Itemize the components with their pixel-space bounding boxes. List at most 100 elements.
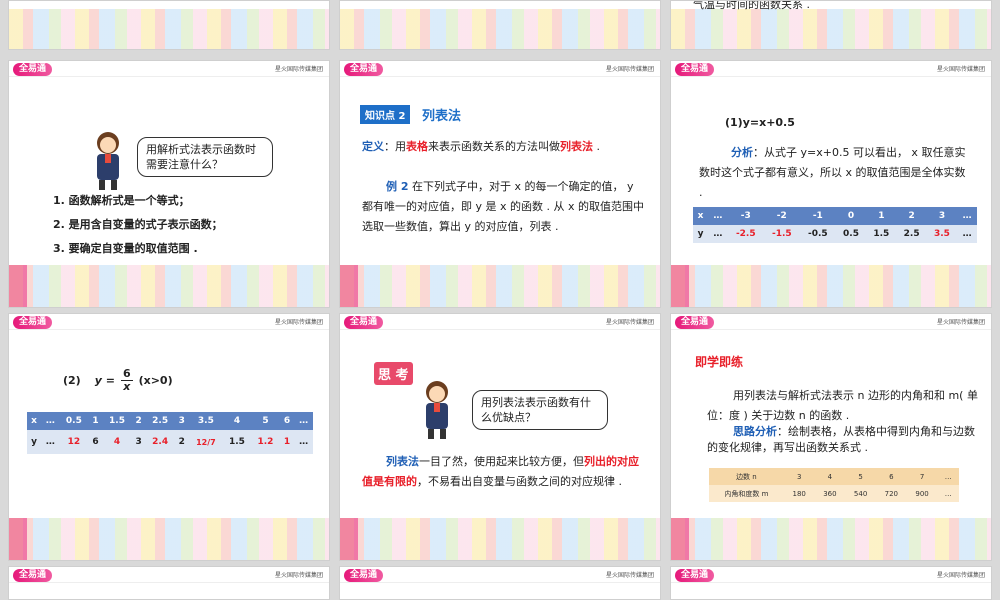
table-cell: 1 [279, 430, 295, 454]
section-title: 列表法 [422, 109, 462, 124]
table-cell: 3.5 [926, 225, 958, 243]
answer-part: 一目了然，使用起来比较方便，但 [419, 455, 584, 468]
brand-logo: 全易通 [344, 569, 384, 582]
table-row: y … 12 6 4 3 2.4 2 12/7 1.5 1.2 1 … [27, 430, 313, 454]
slide-4[interactable]: 全易通 星火国际传媒集团 (2) y = 6 x (x>0) x … 0.5 1… [8, 313, 330, 561]
slide-partial-top-middle[interactable] [339, 0, 661, 50]
slide-decoration [340, 265, 660, 307]
slide-header: 全易通 星火国际传媒集团 [340, 61, 660, 77]
slide-1[interactable]: 全易通 星火国际传媒集团 用解析式法表示函数时需要注意什么？ 1. 函数解析式是… [8, 60, 330, 308]
slide-decoration [9, 518, 329, 560]
analysis-label: 分析 [731, 146, 753, 159]
publisher-label: 星火国际传媒集团 [605, 572, 654, 579]
definition-part: . [593, 140, 600, 153]
table-cell: y [693, 225, 709, 243]
slide-header: 全易通 星火国际传媒集团 [671, 314, 991, 330]
formula-text: (2) y = 6 x (x>0) [63, 368, 173, 393]
table-cell: … [294, 412, 313, 430]
brand-logo: 全易通 [13, 569, 53, 582]
slide-6[interactable]: 全易通 星火国际传媒集团 即学即练 用列表法与解析式法表示 n 边形的内角和和 … [670, 313, 992, 561]
brand-logo: 全易通 [13, 63, 53, 76]
slide-partial-top-left[interactable] [8, 0, 330, 50]
table-cell: 540 [845, 485, 876, 502]
section-title: 即学即练 [695, 355, 744, 369]
slide-decoration-bar [340, 265, 358, 307]
slide-partial-bottom-right[interactable]: 全易通 星火国际传媒集团 [670, 566, 992, 600]
slide-5[interactable]: 全易通 星火国际传媒集团 思 考 用列表法表示函数有什么优缺点？ 列表法一目了然… [339, 313, 661, 561]
slide-decoration [671, 9, 991, 49]
table-cell: 2.5 [896, 225, 927, 243]
table-cell: 内角和度数 m [709, 485, 784, 502]
table-cell: … [294, 430, 313, 454]
value-table: x … 0.5 1 1.5 2 2.5 3 3.5 4 5 6 … y … 12… [27, 412, 313, 454]
polygon-table: 边数 n 3 4 5 6 7 … 内角和度数 m 180 360 540 720… [709, 468, 959, 502]
table-cell: … [708, 207, 728, 225]
table-cell: 1.5 [866, 225, 897, 243]
table-cell: … [708, 225, 728, 243]
definition-text: 定义：用表格来表示函数关系的方法叫做列表法 . [362, 137, 644, 157]
publisher-label: 星火国际传媒集团 [274, 572, 323, 579]
formula-text: (1)y=x+0.5 [725, 116, 795, 129]
table-cell: x [693, 207, 709, 225]
example-label: 例 2 [386, 180, 409, 193]
table-cell: 1.5 [222, 430, 252, 454]
slide-partial-top-right[interactable]: 气温与时间的函数关系 . [670, 0, 992, 50]
definition-highlight: 表格 [406, 140, 428, 153]
table-cell: … [957, 207, 977, 225]
slide-decoration-bar [9, 265, 27, 307]
slide-2[interactable]: 全易通 星火国际传媒集团 知识点 2 列表法 定义：用表格来表示函数关系的方法叫… [339, 60, 661, 308]
formula-lhs: y = [94, 373, 115, 387]
analysis-text: 分析：从式子 y=x+0.5 可以看出， x 取任意实数时这个式子都有意义，所以… [699, 143, 971, 203]
publisher-label: 星火国际传媒集团 [936, 319, 985, 326]
slide-sorter-grid: 气温与时间的函数关系 . 全易通 星火国际传媒集团 用解析式法表示函数时需要注意… [0, 0, 1000, 600]
table-cell: 7 [906, 468, 938, 485]
definition-highlight: 列表法 [560, 140, 593, 153]
slide-partial-bottom-left[interactable]: 全易通 星火国际传媒集团 [8, 566, 330, 600]
table-cell: 0.5 [835, 225, 867, 243]
table-row: 内角和度数 m 180 360 540 720 900 … [709, 485, 959, 502]
slide-decoration [671, 518, 991, 560]
girl-icon [426, 381, 448, 439]
table-cell: 12 [59, 430, 89, 454]
table-cell: 2.5 [145, 412, 175, 430]
table-cell: … [957, 225, 977, 243]
table-cell: 1.5 [102, 412, 132, 430]
slide-decoration-bar [340, 518, 358, 560]
table-cell: 4 [814, 468, 846, 485]
slide-header: 全易通 星火国际传媒集团 [671, 567, 991, 583]
publisher-label: 星火国际传媒集团 [605, 66, 654, 73]
slide-decoration-bar [9, 518, 27, 560]
publisher-label: 星火国际传媒集团 [274, 319, 323, 326]
brand-logo: 全易通 [13, 316, 53, 329]
table-cell: 6 [88, 430, 103, 454]
table-cell: 6 [875, 468, 907, 485]
table-cell: 1 [88, 412, 103, 430]
fraction-denominator: x [123, 380, 131, 393]
publisher-label: 星火国际传媒集团 [936, 572, 985, 579]
table-cell: -1.5 [763, 225, 800, 243]
slide-decoration-bar [671, 265, 689, 307]
table-cell: … [937, 485, 959, 502]
think-badge: 思 考 [374, 362, 413, 385]
table-cell: 5 [251, 412, 280, 430]
slide-partial-bottom-middle[interactable]: 全易通 星火国际传媒集团 [339, 566, 661, 600]
table-cell: 720 [875, 485, 907, 502]
table-cell: 2 [131, 412, 146, 430]
slide-3[interactable]: 全易通 星火国际传媒集团 (1)y=x+0.5 分析：从式子 y=x+0.5 可… [670, 60, 992, 308]
slide-decoration [671, 265, 991, 307]
slide-header: 全易通 星火国际传媒集团 [9, 567, 329, 583]
brand-logo: 全易通 [675, 63, 715, 76]
table-cell: 6 [279, 412, 295, 430]
formula-condition: (x>0) [138, 373, 173, 387]
table-cell: 1 [866, 207, 897, 225]
table-row: 边数 n 3 4 5 6 7 … [709, 468, 959, 485]
table-cell: x [27, 412, 42, 430]
table-cell: -2 [763, 207, 800, 225]
slide-decoration [9, 9, 329, 49]
table-cell: … [937, 468, 959, 485]
table-cell: -2.5 [727, 225, 764, 243]
table-cell: 3 [783, 468, 815, 485]
table-cell: 12/7 [189, 430, 223, 454]
table-cell: -3 [727, 207, 764, 225]
table-cell: y [27, 430, 42, 454]
